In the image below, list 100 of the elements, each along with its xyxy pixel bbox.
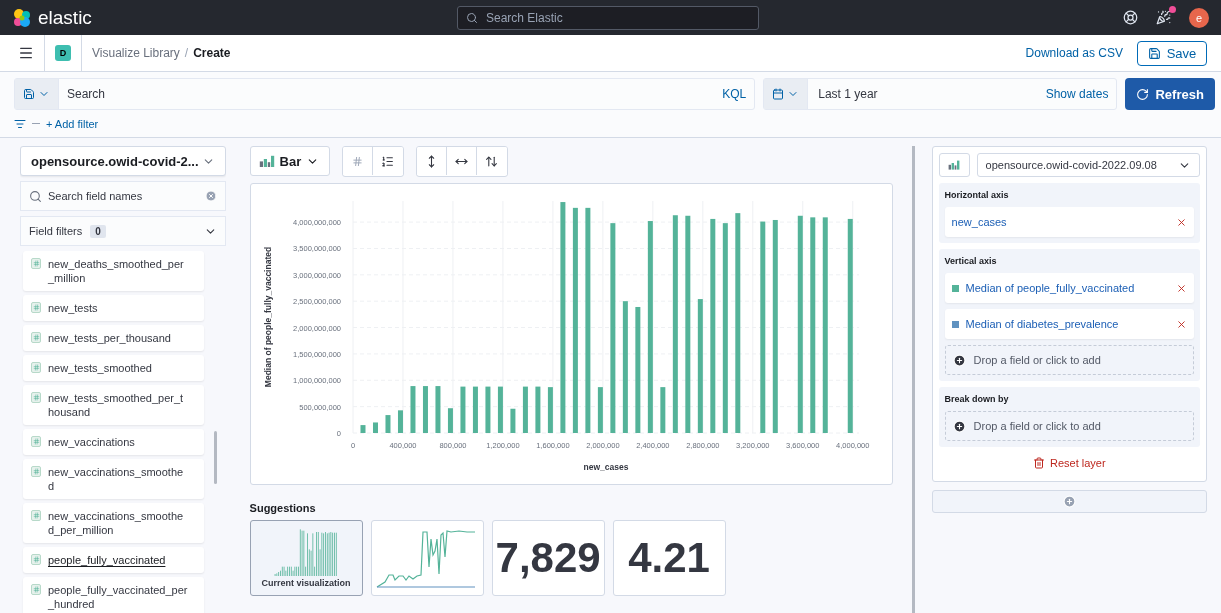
number-field-icon (31, 362, 41, 373)
bar (522, 386, 528, 433)
field-item[interactable]: new_tests (23, 295, 204, 321)
breadcrumb[interactable]: Visualize Library (92, 46, 180, 60)
field-item[interactable]: new_deaths_smoothed_per_million (23, 251, 204, 291)
search-box[interactable]: Search Elastic (457, 5, 759, 30)
field-item[interactable]: new_vaccinations_smoothed (23, 459, 204, 499)
bar (435, 386, 441, 433)
remove-icon[interactable] (1176, 318, 1187, 330)
save-icon (1147, 46, 1161, 60)
bar (659, 387, 665, 433)
bar-chart-icon (948, 160, 961, 170)
bar (460, 386, 465, 433)
drop-zone[interactable]: Drop a field or click to add (944, 411, 1194, 441)
field-item[interactable]: new_tests_smoothed_per_thousand (23, 385, 204, 425)
show-dates-link[interactable]: Show dates (1045, 87, 1109, 101)
dimension-item[interactable]: Median of diabetes_prevalence (944, 309, 1194, 339)
date-range: Last 1 year (817, 87, 879, 101)
search-icon (466, 11, 478, 24)
suggestion-card[interactable]: 7,829 (491, 520, 605, 596)
chart-type-dropdown[interactable]: Bar (249, 146, 330, 176)
y-axis-title: Median of people_fully_vaccinated (262, 246, 273, 388)
dimension-label[interactable]: Median of people_fully_vaccinated (965, 282, 1169, 294)
section-title: Vertical axis (944, 256, 998, 266)
bar (447, 408, 453, 433)
suggestion-card[interactable]: 4.21 (612, 520, 726, 596)
date-picker[interactable]: Last 1 year Show dates (763, 78, 1118, 110)
suggestion-label: Current visualization (261, 578, 351, 588)
plus-icon (952, 419, 966, 433)
dimension-label[interactable]: new_cases (951, 216, 1169, 228)
dimension-item[interactable]: new_cases (944, 207, 1194, 237)
filter-count: 0 (90, 224, 106, 238)
remove-icon[interactable] (1176, 216, 1187, 228)
drop-zone[interactable]: Drop a field or click to add (944, 345, 1194, 375)
refresh-button[interactable]: Refresh (1125, 78, 1215, 110)
hash-icon (351, 155, 363, 167)
field-search-field[interactable]: Search field names (48, 190, 199, 202)
vertical-arrow-icon (485, 154, 499, 168)
number-field-icon (31, 258, 41, 269)
plus-icon (1062, 495, 1076, 508)
kql-link[interactable]: KQL (722, 87, 747, 101)
dimension-item[interactable]: Median of people_fully_vaccinated (944, 273, 1194, 303)
query-search-field[interactable]: Search (59, 87, 723, 101)
filter-icon[interactable] (14, 117, 26, 130)
breadcrumb-separator: / (184, 46, 189, 60)
bar (547, 387, 553, 433)
number-field-icon (31, 554, 41, 565)
number-field-icon (31, 584, 41, 595)
field-item[interactable]: people_fully_vaccinated (23, 547, 204, 573)
trash-icon (1032, 457, 1045, 469)
metric-value: 7,829 (495, 534, 601, 582)
field-item[interactable]: new_tests_smoothed (23, 355, 204, 381)
add-filter-link[interactable]: + Add filter (46, 117, 99, 130)
logo-text[interactable]: elastic (38, 6, 92, 29)
datasource-dropdown[interactable]: opensource.owid-covid-2022.09.08 (976, 153, 1200, 177)
field-item[interactable]: people_fully_vaccinated_per_hundred (23, 577, 204, 613)
bar-chart-icon (258, 154, 275, 168)
bar (360, 425, 366, 433)
search-field[interactable]: Search Elastic (484, 9, 750, 26)
save-button[interactable]: Save (1137, 40, 1207, 66)
date-quick-select-button[interactable] (764, 79, 809, 109)
scrollbar[interactable] (214, 431, 217, 484)
number-field-icon (31, 302, 41, 313)
x-axis-title: new_cases (583, 462, 629, 472)
field-item[interactable]: new_tests_per_thousand (23, 325, 204, 351)
dimension-label[interactable]: Median of diabetes_prevalence (965, 318, 1169, 330)
query-bar[interactable]: Search KQL (14, 78, 756, 110)
number-field-icon (31, 466, 41, 477)
remove-icon[interactable] (1176, 282, 1187, 294)
save-icon (23, 88, 35, 100)
bar (422, 386, 428, 433)
index-pattern-dropdown[interactable]: opensource.owid-covid-2... (20, 146, 226, 176)
calendar-icon (772, 88, 785, 100)
suggestion-card[interactable]: Current visualization (249, 520, 363, 596)
left-axis-button[interactable] (416, 147, 447, 175)
bar (597, 387, 603, 433)
field-item[interactable]: new_vaccinations_smoothed_per_million (23, 503, 204, 543)
number-field-icon (31, 510, 41, 521)
bar (372, 422, 378, 433)
bar (497, 386, 503, 433)
bar (510, 408, 515, 433)
field-filters-button[interactable]: Field filters 0 (20, 216, 226, 246)
refresh-icon (1136, 87, 1150, 101)
bar (385, 415, 391, 433)
bar (535, 386, 540, 433)
bar (397, 410, 403, 433)
section-title: Horizontal axis (944, 190, 1010, 200)
space-badge[interactable]: D (55, 45, 71, 61)
menu-icon[interactable] (18, 45, 34, 61)
saved-query-button[interactable] (15, 79, 59, 109)
bar (472, 386, 478, 433)
logo-icon (12, 7, 32, 28)
newsfeed-icon[interactable] (1156, 10, 1171, 25)
reset-layer-button[interactable]: Reset layer (1028, 453, 1110, 473)
field-item[interactable]: new_vaccinations (23, 429, 204, 455)
field-search-box[interactable]: Search field names (20, 181, 226, 211)
help-icon[interactable] (1123, 10, 1138, 25)
download-link[interactable]: Download as CSV (1025, 46, 1123, 60)
list-icon (381, 154, 395, 168)
breadcrumb: Create (193, 46, 231, 60)
